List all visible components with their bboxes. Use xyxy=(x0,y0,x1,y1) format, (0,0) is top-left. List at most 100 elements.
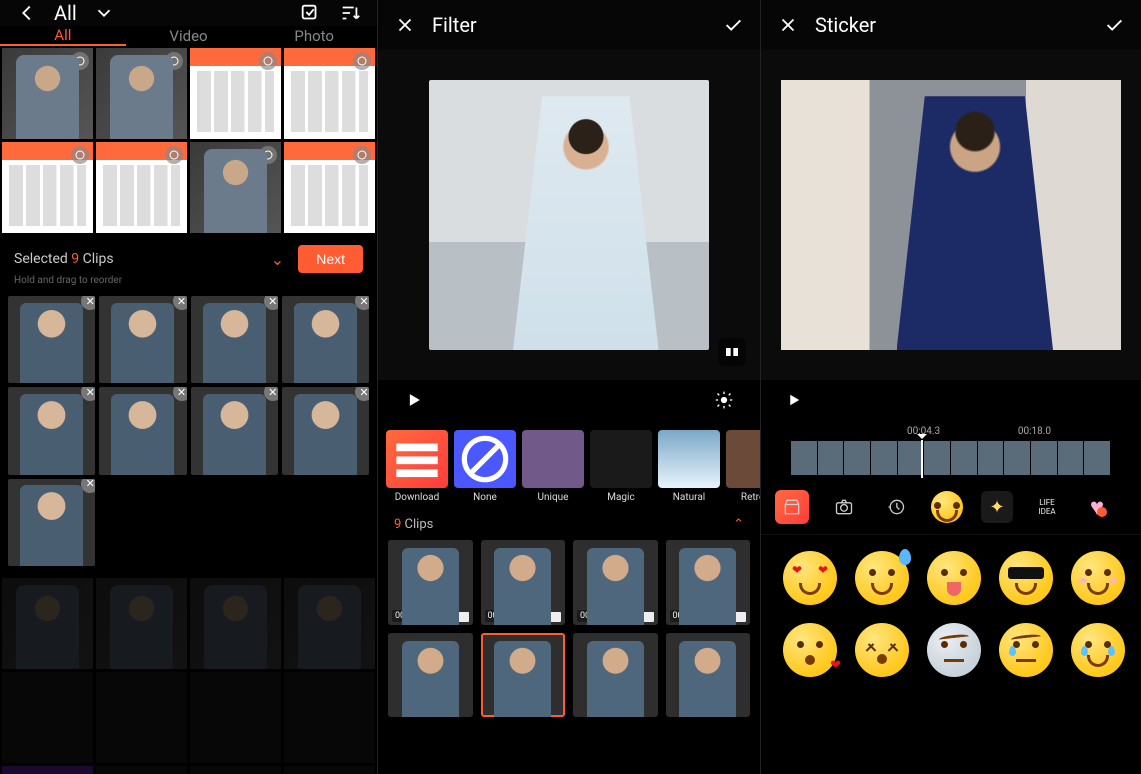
timeline[interactable]: 00:04.3 00:18.0 xyxy=(761,426,1141,480)
selected-clip[interactable]: ✕ xyxy=(99,387,186,474)
selected-clip[interactable]: ✕ xyxy=(191,296,278,383)
playhead[interactable] xyxy=(921,440,923,478)
emoji-x-eyes[interactable] xyxy=(855,623,909,677)
emoji-dizzy[interactable] xyxy=(927,623,981,677)
emoji-sunglasses[interactable] xyxy=(999,551,1053,605)
close-button[interactable] xyxy=(775,12,801,38)
sticker-tab-camera[interactable] xyxy=(827,490,861,524)
emoji-sweat-grin[interactable] xyxy=(855,551,909,605)
remove-clip-icon[interactable]: ✕ xyxy=(173,296,187,310)
filter-unique[interactable]: Unique xyxy=(522,430,584,503)
emoji-sad-tear[interactable] xyxy=(999,623,1053,677)
sticker-tab-store[interactable] xyxy=(775,490,809,524)
gallery-thumb[interactable] xyxy=(190,142,281,233)
select-dot-icon[interactable] xyxy=(353,52,371,70)
remove-clip-icon[interactable]: ✕ xyxy=(355,387,369,401)
settings-icon[interactable] xyxy=(714,390,734,414)
gallery-thumb[interactable] xyxy=(190,578,281,669)
next-button[interactable]: Next xyxy=(298,245,363,273)
album-dropdown-chevron-icon[interactable] xyxy=(91,0,117,26)
sticker-tab-hearts[interactable]: ♥ xyxy=(1081,491,1113,523)
tab-video[interactable]: Video xyxy=(126,26,252,46)
remove-clip-icon[interactable]: ✕ xyxy=(264,387,278,401)
clip-item[interactable] xyxy=(573,633,658,718)
gallery-thumb[interactable] xyxy=(284,142,375,233)
gallery-thumb[interactable] xyxy=(284,766,375,774)
sort-icon[interactable] xyxy=(337,0,363,26)
tab-photo[interactable]: Photo xyxy=(251,26,377,46)
filter-retro[interactable]: Retro S xyxy=(726,430,760,503)
remove-clip-icon[interactable]: ✕ xyxy=(355,296,369,310)
collapse-selected-icon[interactable]: ⌄ xyxy=(271,250,284,269)
selected-clip[interactable]: ✕ xyxy=(8,479,95,566)
play-button[interactable] xyxy=(785,391,803,413)
clip-item[interactable] xyxy=(388,633,473,718)
sticker-tab-emoji[interactable] xyxy=(931,491,963,523)
album-dropdown[interactable]: All xyxy=(54,1,77,25)
timeline-frames[interactable] xyxy=(791,441,1111,475)
selected-clip[interactable]: ✕ xyxy=(282,387,369,474)
select-dot-icon[interactable] xyxy=(259,146,277,164)
select-dot-icon[interactable] xyxy=(165,146,183,164)
gallery-thumb[interactable] xyxy=(96,578,187,669)
clip-item[interactable] xyxy=(666,633,751,718)
confirm-button[interactable] xyxy=(1101,12,1127,38)
filter-download[interactable]: Download xyxy=(386,430,448,503)
select-dot-icon[interactable] xyxy=(165,52,183,70)
emoji-kiss[interactable]: ❤ xyxy=(783,623,837,677)
sticker-tab-text[interactable]: LIFEIDEA xyxy=(1031,491,1063,523)
emoji-blush[interactable] xyxy=(1071,551,1125,605)
gallery-thumb[interactable] xyxy=(96,766,187,774)
remove-clip-icon[interactable]: ✕ xyxy=(81,296,95,310)
expand-clips-icon[interactable]: ⌃ xyxy=(733,517,744,532)
gallery-thumb[interactable] xyxy=(2,578,93,669)
album-dropdown-label: All xyxy=(54,1,77,25)
gallery-thumb[interactable] xyxy=(2,142,93,233)
clip-item[interactable]: 00:02.0 xyxy=(573,540,658,625)
gallery-thumb[interactable] xyxy=(2,48,93,139)
close-button[interactable] xyxy=(392,12,418,38)
select-dot-icon[interactable] xyxy=(353,146,371,164)
gallery-thumb[interactable] xyxy=(284,578,375,669)
sticker-tab-sparkle[interactable]: ✦ xyxy=(981,491,1013,523)
gallery-thumb[interactable] xyxy=(2,672,93,763)
select-dot-icon[interactable] xyxy=(71,52,89,70)
filter-natural[interactable]: Natural xyxy=(658,430,720,503)
play-button[interactable] xyxy=(404,390,424,414)
clip-item-selected[interactable] xyxy=(481,633,566,718)
gallery-thumb[interactable] xyxy=(284,672,375,763)
gallery-thumb[interactable] xyxy=(96,672,187,763)
gallery-thumb[interactable] xyxy=(190,672,281,763)
gallery-thumb[interactable] xyxy=(96,142,187,233)
remove-clip-icon[interactable]: ✕ xyxy=(81,387,95,401)
clip-item[interactable]: 00:02.0 xyxy=(481,540,566,625)
back-button[interactable] xyxy=(14,0,40,26)
gallery-thumb[interactable] xyxy=(2,766,93,774)
emoji-tongue[interactable] xyxy=(927,551,981,605)
filter-magic[interactable]: Magic xyxy=(590,430,652,503)
selected-clip[interactable]: ✕ xyxy=(282,296,369,383)
compare-icon[interactable] xyxy=(718,338,746,366)
remove-clip-icon[interactable]: ✕ xyxy=(264,296,278,310)
gallery-thumb[interactable] xyxy=(284,48,375,139)
selected-clip[interactable]: ✕ xyxy=(8,387,95,474)
emoji-joy-tears[interactable] xyxy=(1071,623,1125,677)
filter-none[interactable]: None xyxy=(454,430,516,503)
sticker-tab-recent[interactable] xyxy=(879,490,913,524)
selected-clip[interactable]: ✕ xyxy=(8,296,95,383)
select-dot-icon[interactable] xyxy=(259,52,277,70)
gallery-thumb[interactable] xyxy=(96,48,187,139)
gallery-thumb[interactable] xyxy=(190,766,281,774)
remove-clip-icon[interactable]: ✕ xyxy=(173,387,187,401)
tab-all[interactable]: All xyxy=(0,26,126,46)
remove-clip-icon[interactable]: ✕ xyxy=(81,479,95,493)
confirm-button[interactable] xyxy=(720,12,746,38)
selected-clip[interactable]: ✕ xyxy=(99,296,186,383)
clip-item[interactable]: 00:02.0 xyxy=(666,540,751,625)
gallery-thumb[interactable] xyxy=(190,48,281,139)
emoji-heart-eyes[interactable] xyxy=(783,551,837,605)
clip-item[interactable]: 00:02.0 xyxy=(388,540,473,625)
select-dot-icon[interactable] xyxy=(71,146,89,164)
selected-clip[interactable]: ✕ xyxy=(191,387,278,474)
select-toggle-icon[interactable] xyxy=(297,0,323,26)
